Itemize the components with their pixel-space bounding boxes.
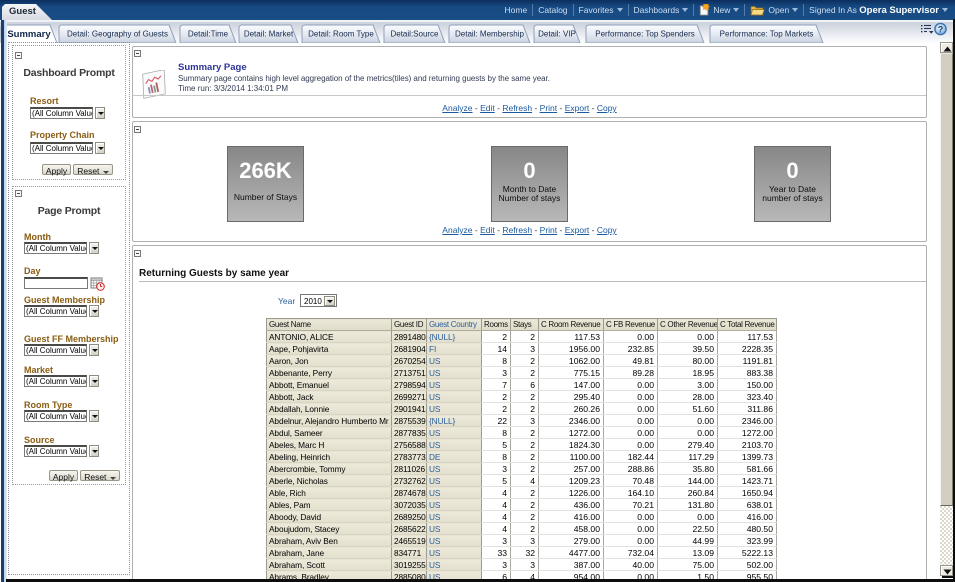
svg-text:Summary: Summary xyxy=(7,29,51,40)
svg-text:?: ? xyxy=(938,25,944,35)
svg-text:Detail:Time: Detail:Time xyxy=(188,30,229,39)
svg-text:Detail:Source: Detail:Source xyxy=(390,30,439,39)
svg-text:Performance: Top Markets: Performance: Top Markets xyxy=(720,30,814,39)
svg-text:Performance: Top Spenders: Performance: Top Spenders xyxy=(595,30,694,39)
svg-text:Detail: Membership: Detail: Membership xyxy=(455,30,524,39)
svg-text:Detail: Geography of Guests: Detail: Geography of Guests xyxy=(67,30,168,39)
svg-text:Detail: VIP: Detail: VIP xyxy=(538,30,576,39)
svg-text:Detail: Room Type: Detail: Room Type xyxy=(308,30,374,39)
svg-text:Detail: Market: Detail: Market xyxy=(244,30,294,39)
